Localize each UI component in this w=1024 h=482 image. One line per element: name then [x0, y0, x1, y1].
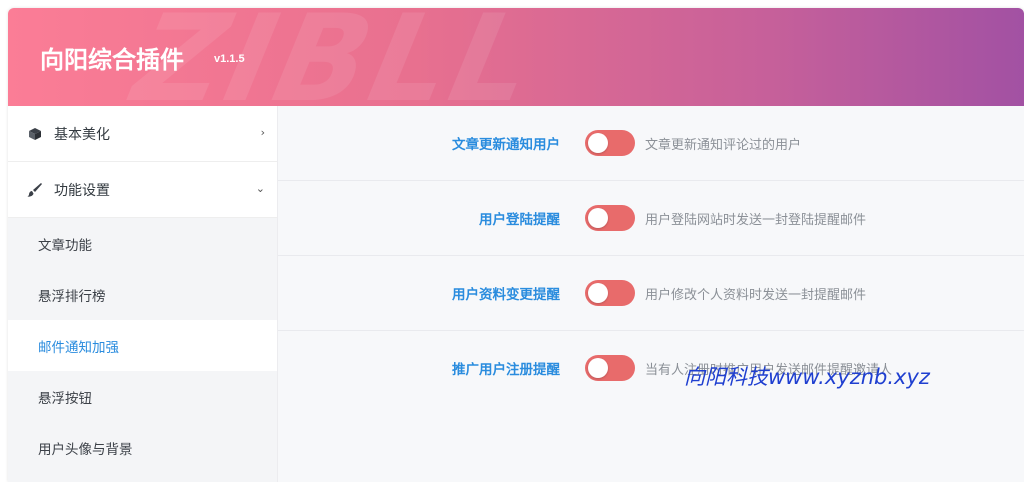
- plugin-settings-panel: ZIBLL 向阳综合插件 v1.1.5 基本美化 › 功能设置 ⌄ 文章功能 悬…: [8, 8, 1024, 482]
- setting-label: 文章更新通知用户: [452, 137, 560, 153]
- setting-label: 用户资料变更提醒: [452, 287, 560, 303]
- setting-row: 用户登陆提醒 用户登陆网站时发送一封登陆提醒邮件: [278, 181, 1024, 256]
- referral-register-reminder-toggle[interactable]: [585, 355, 635, 381]
- chevron-right-icon: ›: [260, 126, 265, 139]
- setting-description: 用户修改个人资料时发送一封提醒邮件: [645, 288, 867, 303]
- setting-description: 用户登陆网站时发送一封登陆提醒邮件: [645, 213, 867, 228]
- sidebar: 基本美化 › 功能设置 ⌄ 文章功能 悬浮排行榜 邮件通知加强 悬浮按钮 用户头…: [8, 106, 278, 482]
- article-update-notify-toggle[interactable]: [585, 130, 635, 156]
- version-badge: v1.1.5: [214, 53, 245, 65]
- toggle-knob: [588, 208, 608, 228]
- toggle-knob: [588, 358, 608, 378]
- setting-label: 推广用户注册提醒: [452, 362, 560, 378]
- cube-icon: [26, 125, 44, 143]
- header-watermark: ZIBLL: [123, 8, 549, 106]
- sidebar-item-avatar-background[interactable]: 用户头像与背景: [8, 422, 277, 473]
- profile-change-reminder-toggle[interactable]: [585, 280, 635, 306]
- chevron-down-icon: ⌄: [255, 182, 265, 195]
- sidebar-item-article-functions[interactable]: 文章功能: [8, 218, 277, 269]
- setting-description: 文章更新通知评论过的用户: [645, 138, 802, 153]
- setting-row: 用户资料变更提醒 用户修改个人资料时发送一封提醒邮件: [278, 256, 1024, 331]
- header-banner: ZIBLL 向阳综合插件 v1.1.5: [8, 8, 1024, 106]
- sidebar-group-function-settings[interactable]: 功能设置 ⌄: [8, 162, 277, 218]
- sidebar-group-basic-beautify[interactable]: 基本美化 ›: [8, 106, 277, 162]
- sidebar-item-floating-ranking[interactable]: 悬浮排行榜: [8, 269, 277, 320]
- sidebar-group-label: 基本美化: [54, 126, 110, 143]
- page-title: 向阳综合插件: [40, 46, 184, 74]
- settings-content: 文章更新通知用户 文章更新通知评论过的用户 用户登陆提醒 用户登陆网站时发送一封…: [278, 106, 1024, 482]
- sidebar-group-label: 功能设置: [54, 182, 110, 199]
- site-watermark: 向阳科技www.xyznb.xyz: [684, 365, 930, 389]
- toggle-knob: [588, 283, 608, 303]
- sidebar-item-email-notification[interactable]: 邮件通知加强: [8, 320, 277, 371]
- brush-icon: [26, 181, 44, 199]
- setting-row: 文章更新通知用户 文章更新通知评论过的用户: [278, 106, 1024, 181]
- toggle-knob: [588, 133, 608, 153]
- setting-label: 用户登陆提醒: [479, 212, 560, 228]
- login-reminder-toggle[interactable]: [585, 205, 635, 231]
- sidebar-item-floating-button[interactable]: 悬浮按钮: [8, 371, 277, 422]
